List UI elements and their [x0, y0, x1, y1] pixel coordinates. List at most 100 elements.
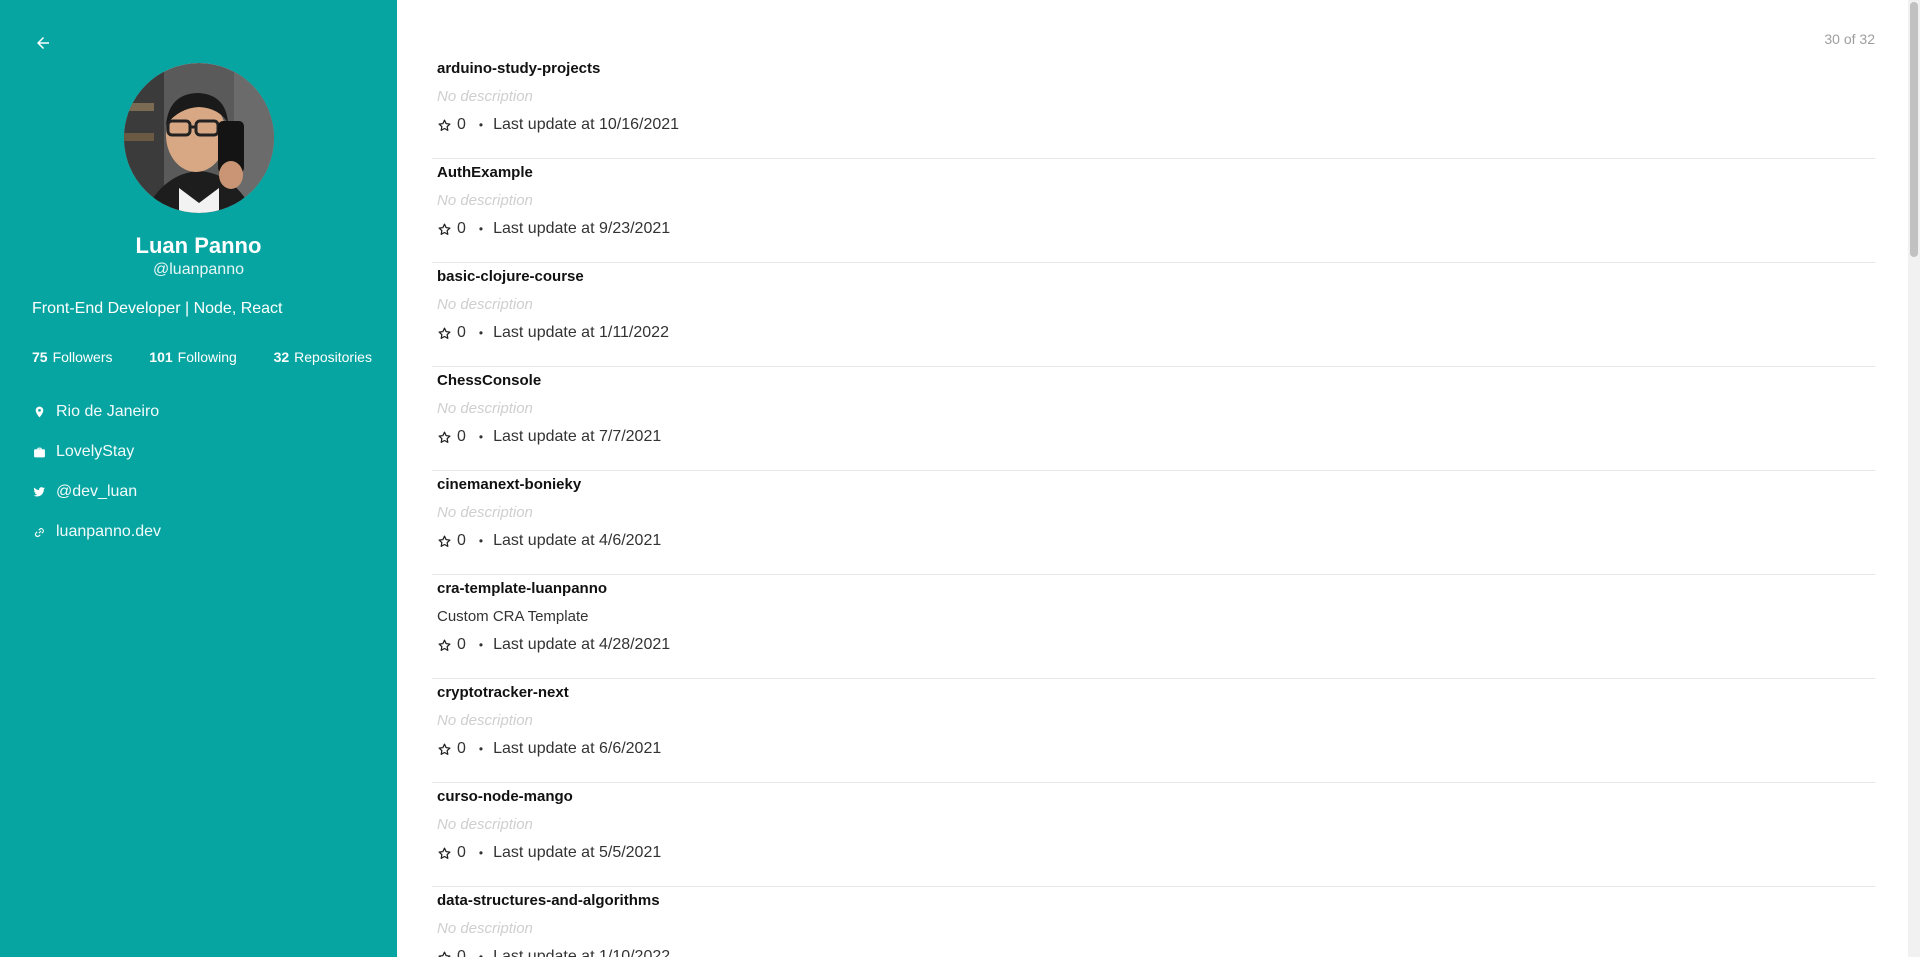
star-outline-icon — [437, 326, 452, 341]
separator-dot: • — [478, 534, 484, 548]
repository-name[interactable]: AuthExample — [437, 164, 533, 181]
repository-meta: 0 • Last update at 7/7/2021 — [437, 428, 661, 446]
repository-updated: Last update at 7/7/2021 — [493, 428, 662, 445]
company-item: LovelyStay — [32, 432, 161, 472]
repository-stars: 0 — [457, 324, 466, 341]
profile-login: @luanpanno — [153, 261, 244, 278]
repository-stars: 0 — [457, 636, 466, 653]
repository-meta: 0 • Last update at 6/6/2021 — [437, 740, 661, 758]
repository-meta: 0 • Last update at 10/16/2021 — [437, 116, 679, 134]
profile-sidebar: Luan Panno @luanpanno Front-End Develope… — [0, 0, 397, 957]
following-stat[interactable]: 101 Following — [149, 349, 237, 365]
repositories-stat[interactable]: 32 Repositories — [274, 349, 372, 365]
repository-item[interactable]: arduino-study-projects No description 0 … — [432, 55, 1875, 159]
repository-name[interactable]: cra-template-luanpanno — [437, 580, 607, 597]
repository-item[interactable]: cryptotracker-next No description 0 • La… — [432, 679, 1875, 783]
repository-description: Custom CRA Template — [437, 608, 589, 625]
repository-updated: Last update at 1/11/2022 — [493, 324, 669, 341]
repository-stars: 0 — [457, 844, 466, 861]
repository-item[interactable]: cinemanext-bonieky No description 0 • La… — [432, 471, 1875, 575]
repository-description: No description — [437, 816, 533, 833]
twitter-icon — [32, 485, 46, 499]
star-outline-icon — [437, 742, 452, 757]
website-item[interactable]: luanpanno.dev — [32, 512, 161, 552]
repository-stars: 0 — [457, 116, 466, 133]
repository-meta: 0 • Last update at 4/6/2021 — [437, 532, 661, 550]
repository-name[interactable]: cinemanext-bonieky — [437, 476, 581, 493]
following-count: 101 — [149, 349, 173, 365]
briefcase-icon — [32, 445, 46, 459]
repositories-count-label: 30 of 32 — [1824, 31, 1875, 47]
separator-dot: • — [478, 638, 484, 652]
page-scrollbar[interactable] — [1908, 0, 1920, 957]
repository-meta: 0 • Last update at 9/23/2021 — [437, 220, 670, 238]
repository-stars: 0 — [457, 532, 466, 549]
separator-dot: • — [478, 430, 484, 444]
repository-meta: 0 • Last update at 1/10/2022 — [437, 948, 670, 957]
followers-count: 75 — [32, 349, 48, 365]
repository-description: No description — [437, 400, 533, 417]
repository-stars: 0 — [457, 740, 466, 757]
twitter-item[interactable]: @dev_luan — [32, 472, 161, 512]
repository-item[interactable]: AuthExample No description 0 • Last upda… — [432, 159, 1875, 263]
repository-name[interactable]: data-structures-and-algorithms — [437, 892, 660, 909]
separator-dot: • — [478, 742, 484, 756]
repository-updated: Last update at 10/16/2021 — [493, 116, 680, 133]
repositories-count: 32 — [273, 349, 290, 365]
repository-name[interactable]: basic-clojure-course — [437, 268, 584, 285]
repositories-panel: 30 of 32 arduino-study-projects No descr… — [397, 0, 1908, 957]
repositories-label: Repositories — [294, 349, 372, 365]
repository-updated: Last update at 4/28/2021 — [493, 636, 671, 653]
repository-name[interactable]: arduino-study-projects — [437, 60, 600, 77]
avatar-image — [124, 63, 274, 213]
separator-dot: • — [478, 326, 484, 340]
repository-meta: 0 • Last update at 5/5/2021 — [437, 844, 661, 862]
scrollbar-thumb[interactable] — [1910, 2, 1918, 257]
repository-description: No description — [437, 504, 533, 521]
profile-info-list: Rio de Janeiro LovelyStay @dev_luan luan… — [32, 392, 161, 552]
repository-updated: Last update at 9/23/2021 — [493, 220, 671, 237]
star-outline-icon — [437, 222, 452, 237]
repository-item[interactable]: curso-node-mango No description 0 • Last… — [432, 783, 1875, 887]
repository-item[interactable]: ChessConsole No description 0 • Last upd… — [432, 367, 1875, 471]
separator-dot: • — [478, 222, 484, 236]
separator-dot: • — [478, 846, 484, 860]
repository-description: No description — [437, 296, 533, 313]
website-text: luanpanno.dev — [56, 523, 161, 540]
repository-description: No description — [437, 712, 533, 729]
star-outline-icon — [437, 118, 452, 133]
profile-stats: 75 Followers 101 Following 32 Repositories — [32, 349, 372, 365]
repository-item[interactable]: cra-template-luanpanno Custom CRA Templa… — [432, 575, 1875, 679]
repository-description: No description — [437, 920, 533, 937]
location-pin-icon — [32, 405, 46, 419]
repository-item[interactable]: basic-clojure-course No description 0 • … — [432, 263, 1875, 367]
avatar — [124, 63, 274, 213]
repository-stars: 0 — [457, 948, 466, 957]
star-outline-icon — [437, 534, 452, 549]
repository-list: arduino-study-projects No description 0 … — [432, 55, 1875, 957]
back-button[interactable] — [30, 30, 56, 56]
separator-dot: • — [478, 950, 484, 957]
followers-stat[interactable]: 75 Followers — [32, 349, 112, 365]
company-text: LovelyStay — [56, 443, 135, 460]
repository-description: No description — [437, 88, 533, 105]
star-outline-icon — [437, 846, 452, 861]
location-item: Rio de Janeiro — [32, 392, 161, 432]
repository-description: No description — [437, 192, 533, 209]
repository-item[interactable]: data-structures-and-algorithms No descri… — [432, 887, 1875, 957]
star-outline-icon — [437, 430, 452, 445]
repository-name[interactable]: curso-node-mango — [437, 788, 573, 805]
link-icon — [32, 525, 46, 539]
repository-updated: Last update at 1/10/2022 — [493, 948, 671, 957]
repository-stars: 0 — [457, 428, 466, 445]
arrow-left-icon — [37, 37, 49, 49]
repository-name[interactable]: cryptotracker-next — [437, 684, 569, 701]
profile-bio: Front-End Developer | Node, React — [32, 300, 283, 317]
star-outline-icon — [437, 638, 452, 653]
repository-meta: 0 • Last update at 4/28/2021 — [437, 636, 670, 654]
repository-updated: Last update at 5/5/2021 — [493, 844, 662, 861]
repository-name[interactable]: ChessConsole — [437, 372, 541, 389]
repository-stars: 0 — [457, 220, 466, 237]
following-label: Following — [177, 349, 237, 365]
star-outline-icon — [437, 950, 452, 957]
